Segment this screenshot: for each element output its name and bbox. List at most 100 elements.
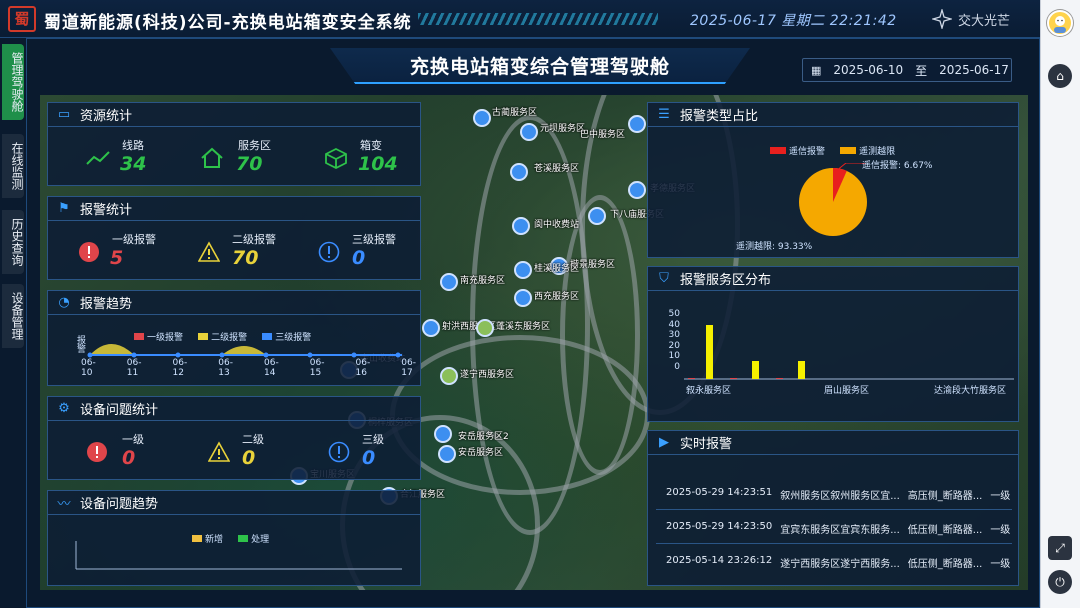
map-marker[interactable] — [438, 445, 456, 463]
map-marker-label: 桂溪服务区 — [534, 264, 580, 274]
map-marker[interactable] — [440, 367, 458, 385]
bar — [730, 378, 737, 379]
legend-label: 遥测越限 — [859, 147, 896, 157]
pie-leader-lines — [835, 163, 866, 172]
alarm-row[interactable]: 2025-05-29 14:23:51 叙州服务区叙州服务区宜... 高压侧_断… — [666, 487, 1016, 502]
panel-title: 设备问题趋势 — [80, 497, 159, 512]
map-marker-label: 遂宁西服务区 — [460, 370, 515, 380]
panel-title: 实时报警 — [680, 437, 733, 452]
x-tick: 06-14 — [264, 358, 279, 378]
map-marker[interactable] — [510, 163, 528, 181]
service-area-icon — [201, 147, 223, 168]
app-title: 蜀道新能源(科技)公司-充换电站箱变安全系统 — [44, 13, 412, 33]
alarm-place: 叙州服务区叙州服务区宜... — [780, 491, 900, 502]
panel-title: 资源统计 — [80, 109, 133, 124]
panel-title: 报警类型占比 — [680, 109, 759, 124]
info-circle-icon — [328, 441, 350, 463]
info-circle-icon — [318, 241, 340, 263]
map-marker[interactable] — [628, 115, 646, 133]
alert-circle-icon — [79, 242, 99, 262]
building-icon[interactable]: ⌂ — [1048, 64, 1072, 88]
map-marker-label: 苍溪服务区 — [534, 164, 580, 174]
y-tick: 20 — [668, 340, 680, 351]
alarm-place: 遂宁西服务区遂宁西服务... — [780, 559, 900, 570]
date-to[interactable]: 2025-06-17 — [939, 63, 1009, 77]
device-trend-panel: 〰 设备问题趋势 新增 处理 — [47, 490, 421, 586]
map-marker[interactable] — [476, 319, 494, 337]
y-tick: 30 — [668, 330, 680, 340]
bar — [798, 361, 805, 379]
map-marker-label: 阆中收费站 — [534, 220, 580, 230]
map-marker-label: 元坝服务区 — [540, 124, 586, 134]
trend-clock-icon: ◔ — [58, 295, 70, 310]
date-from[interactable]: 2025-06-10 — [833, 63, 903, 77]
alarm-place: 宜宾东服务区宜宾东服务... — [780, 525, 900, 536]
device-trend-axes — [75, 541, 402, 570]
resource-value: 104 — [358, 153, 398, 175]
shield-check-icon: ⛉ — [659, 271, 669, 286]
panel-title: 报警统计 — [80, 203, 133, 218]
bar — [688, 378, 695, 379]
x-tick: 06-10 — [81, 358, 96, 378]
alarm-dist-panel: ⛉ 报警服务区分布 50 40 30 20 10 0 叙永服务区 眉山服务区 达… — [647, 266, 1019, 422]
gear-icon: ⚙ — [58, 401, 70, 416]
x-tick: 眉山服务区 — [824, 386, 870, 396]
tab-history[interactable]: 历史查询 — [2, 210, 24, 274]
panel-title: 报警趋势 — [80, 297, 133, 312]
fullscreen-icon[interactable]: ⤢ — [1048, 536, 1072, 560]
user-avatar[interactable] — [1047, 10, 1073, 36]
alarm-level: 一级 — [990, 525, 1011, 536]
alarm-row[interactable]: 2025-05-29 14:23:50 宜宾东服务区宜宾东服务... 低压侧_断… — [666, 521, 1016, 536]
map-marker-label: 巴中服务区 — [580, 130, 626, 140]
pie-legend: 遥信报警 遥测越限 — [770, 139, 905, 158]
date-separator: 至 — [915, 63, 928, 78]
decorative-stripes — [418, 13, 658, 25]
alarm-value: 5 — [110, 247, 124, 269]
map-marker[interactable] — [514, 289, 532, 307]
power-icon[interactable]: ⏻ — [1048, 570, 1072, 594]
map-marker[interactable] — [440, 273, 458, 291]
x-tick: 06-11 — [126, 358, 142, 378]
tab-device-manage[interactable]: 设备管理 — [2, 284, 24, 348]
x-tick: 06-16 — [355, 358, 371, 378]
date-range-picker[interactable]: ▦ 2025-06-10 至 2025-06-17 — [802, 58, 1012, 82]
map-marker[interactable] — [628, 181, 646, 199]
tab-online-monitor[interactable]: 在线监测 — [2, 134, 24, 198]
list-icon: ☰ — [658, 107, 670, 122]
map-marker[interactable] — [473, 109, 491, 127]
y-axis-ticks: 50 40 30 20 10 0 — [662, 309, 680, 372]
x-tick: 06-17 — [401, 358, 416, 378]
alarm-type-panel: ☰ 报警类型占比 遥信报警 遥测越限 遥信报警: 6.67% 遥测越限: 93.… — [647, 102, 1019, 258]
alarm-time: 2025-05-29 14:23:50 — [666, 521, 773, 532]
x-tick: 06-13 — [218, 358, 233, 378]
alarm-time: 2025-05-14 23:26:12 — [666, 555, 773, 566]
map-marker[interactable] — [422, 319, 440, 337]
user-face-icon — [1054, 16, 1066, 33]
map-marker[interactable] — [512, 217, 530, 235]
issue-label: 二级 — [242, 433, 264, 446]
y-tick: 50 — [668, 309, 680, 319]
map-marker[interactable] — [514, 261, 532, 279]
x-tick: 叙永服务区 — [686, 386, 732, 396]
bar — [752, 361, 759, 379]
map-marker[interactable] — [520, 123, 538, 141]
x-tick: 06-15 — [309, 358, 325, 378]
warning-triangle-icon — [208, 441, 230, 462]
map-marker[interactable] — [588, 207, 606, 225]
map-marker-label: 古蔺服务区 — [492, 108, 538, 118]
panel-header: ▶ 实时报警 — [648, 431, 1018, 455]
alarm-label: 二级报警 — [232, 233, 276, 246]
alarm-desc: 低压侧_断路器... — [907, 525, 983, 536]
issue-label: 三级 — [362, 433, 384, 446]
realtime-alarm-panel: ▶ 实时报警 2025-05-29 14:23:51 叙州服务区叙州服务区宜..… — [647, 430, 1019, 586]
resource-label: 服务区 — [238, 139, 271, 152]
panel-title: 设备问题统计 — [80, 403, 159, 418]
divider — [656, 543, 1012, 544]
panel-header: ☰ 报警类型占比 — [648, 103, 1018, 127]
right-rail — [1040, 0, 1080, 608]
monitor-icon: ▭ — [57, 107, 71, 122]
map-marker-label: 安岳服务区2 — [458, 432, 509, 442]
alarm-row[interactable]: 2025-05-14 23:26:12 遂宁西服务区遂宁西服务... 低压侧_断… — [666, 555, 1016, 570]
tab-cockpit[interactable]: 管理驾驶舱 — [2, 44, 24, 120]
map-marker[interactable] — [434, 425, 452, 443]
